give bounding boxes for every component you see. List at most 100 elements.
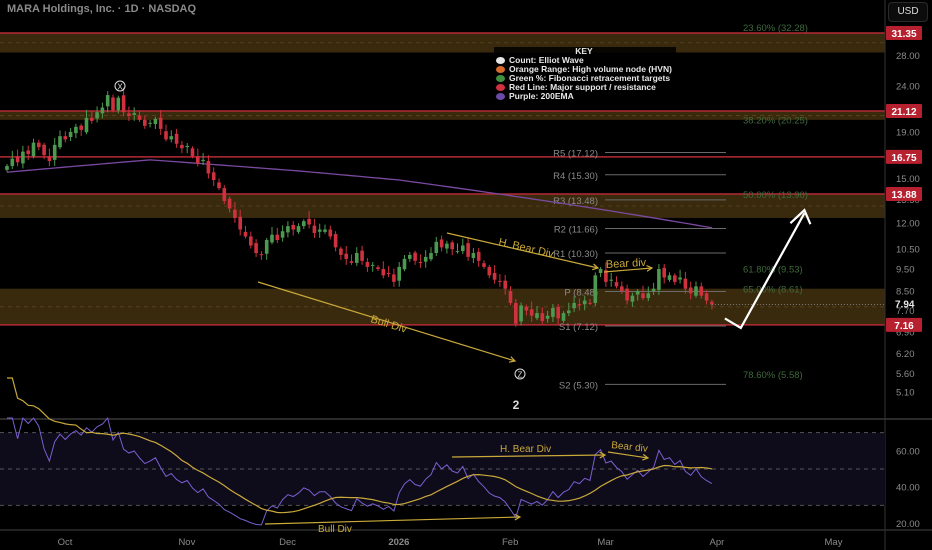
current-price-label: 7.94: [895, 299, 915, 310]
candle-body: [185, 145, 189, 148]
candle-body: [217, 182, 221, 189]
bear-div-label: Bear div: [606, 257, 647, 271]
candle-body: [264, 240, 269, 254]
candle-body: [683, 278, 688, 289]
candle-body: [529, 309, 534, 316]
candle-body: [641, 293, 645, 299]
price-badge-label: 31.35: [891, 29, 916, 40]
legend-item: Purple: 200EMA: [496, 92, 672, 101]
candle-body: [52, 144, 57, 160]
candle-body: [545, 315, 550, 319]
candle-body: [222, 188, 227, 201]
wave-z-label: Z: [518, 371, 523, 380]
candle: [317, 223, 322, 238]
candle: [74, 123, 78, 139]
candle: [264, 238, 269, 260]
legend-dot-icon: [496, 57, 505, 64]
candle-body: [196, 156, 200, 164]
candle-body: [121, 95, 126, 113]
candle: [445, 240, 449, 254]
candle: [280, 225, 285, 242]
price-tick-label: 10.50: [896, 245, 920, 256]
legend-label: Purple: 200EMA: [509, 91, 574, 101]
candle: [598, 267, 603, 277]
candle: [180, 141, 184, 154]
candle: [275, 227, 280, 244]
candle: [185, 143, 189, 154]
candle: [174, 128, 179, 148]
candle-body: [206, 161, 211, 174]
candle-body: [455, 251, 460, 253]
candle-body: [180, 144, 184, 149]
candle: [439, 235, 444, 252]
currency-button[interactable]: USD: [888, 2, 928, 22]
candle-body: [227, 198, 232, 209]
time-tick-label: May: [825, 537, 843, 548]
rsi-h-bear-div-label: H. Bear Div: [500, 444, 551, 455]
candle-body: [535, 313, 539, 319]
candle-body: [344, 253, 348, 259]
candle-body: [651, 288, 656, 291]
candle-body: [100, 107, 105, 114]
candle-body: [397, 266, 401, 281]
candle: [328, 225, 333, 240]
candle-body: [355, 253, 359, 263]
candle-body: [286, 226, 290, 233]
candle: [211, 167, 216, 187]
candle: [593, 272, 598, 306]
price-badge-label: 13.88: [891, 190, 916, 201]
candle-body: [95, 112, 99, 119]
rsi-bull-div-line: [264, 516, 521, 525]
candle-body: [243, 231, 248, 237]
candle: [339, 246, 343, 260]
candle-body: [386, 272, 391, 274]
candle-body: [31, 142, 36, 157]
candle: [461, 238, 465, 255]
candle: [423, 250, 428, 268]
candle-body: [540, 313, 545, 322]
price-tick-label: 12.00: [896, 218, 920, 229]
pivot-label: R1 (10.30): [553, 249, 598, 260]
candle: [291, 221, 295, 236]
legend-dot-icon: [496, 75, 505, 82]
candle-body: [275, 234, 280, 241]
candle-body: [323, 229, 327, 232]
candle: [52, 138, 57, 166]
pivot-label: R5 (17.12): [553, 149, 598, 160]
candle: [344, 246, 348, 265]
candle-body: [211, 172, 216, 181]
candle-body: [678, 277, 682, 280]
candle-body: [667, 275, 672, 280]
candle-body: [312, 225, 317, 233]
candle: [381, 261, 386, 279]
candle: [259, 251, 264, 260]
fib-label: 65.00% (8.61): [743, 284, 803, 295]
candle-body: [174, 133, 179, 144]
candle: [476, 247, 481, 267]
candle-body: [710, 301, 714, 305]
candle: [95, 106, 99, 123]
candle-body: [657, 268, 661, 290]
candle: [148, 119, 152, 128]
candle-body: [270, 234, 274, 243]
candle: [429, 247, 433, 262]
candle-body: [105, 95, 110, 107]
candle-body: [63, 136, 68, 140]
time-tick-label: Nov: [178, 537, 195, 548]
candle: [434, 236, 439, 256]
chart-canvas[interactable]: R5 (17.12)R4 (15.30)R3 (13.48)R2 (11.66)…: [0, 0, 932, 550]
candle-body: [402, 258, 407, 270]
candle-body: [662, 267, 666, 278]
candle: [63, 131, 68, 143]
rsi-tick-label: 60.00: [896, 446, 920, 457]
candle-body: [551, 307, 555, 317]
candle-body: [413, 252, 417, 261]
time-tick-label: Dec: [279, 537, 296, 548]
candle: [492, 265, 497, 284]
candle-body: [439, 239, 444, 248]
candle-body: [445, 243, 449, 249]
candle-body: [190, 148, 195, 157]
candle: [667, 272, 672, 282]
candle: [609, 272, 613, 287]
candle: [169, 130, 174, 143]
